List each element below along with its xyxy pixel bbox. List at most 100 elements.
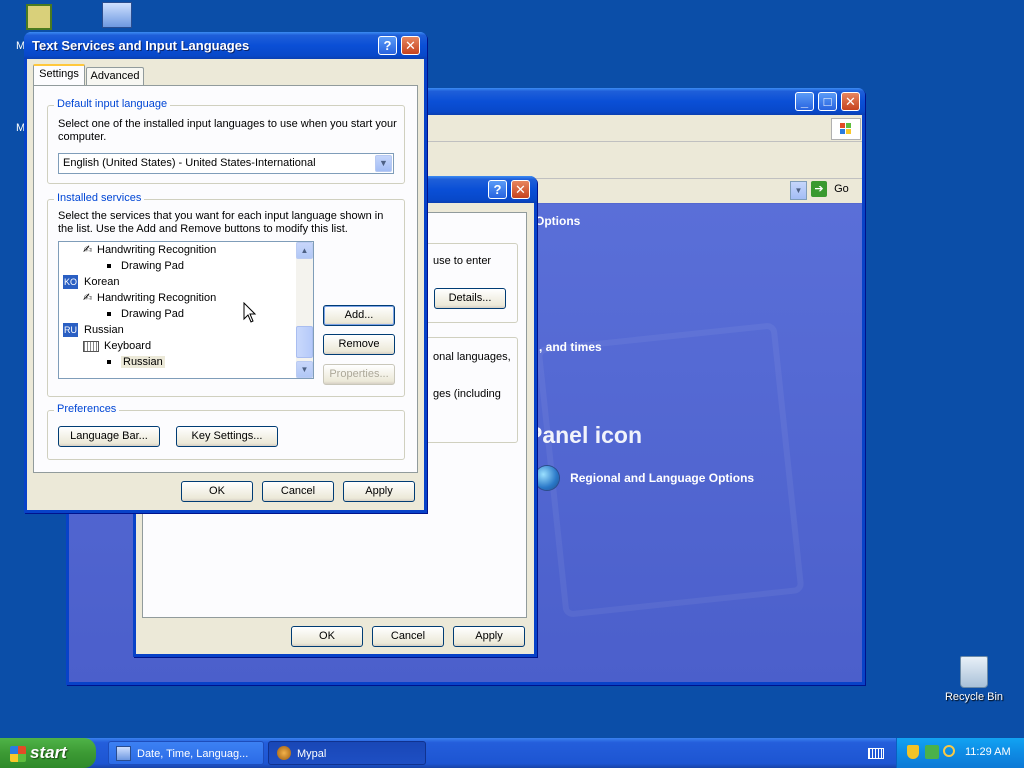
supplemental-languages-text: onal languages,: [433, 351, 511, 363]
regional-cancel-button[interactable]: Cancel: [372, 626, 444, 647]
default-language-label: Default input language: [54, 98, 171, 110]
tree-item-drawing-pad-2[interactable]: Drawing Pad: [107, 306, 184, 322]
add-button[interactable]: Add...: [323, 305, 395, 326]
dialog-title: Text Services and Input Languages: [32, 38, 250, 53]
windows-logo-icon: [831, 118, 861, 140]
close-icon[interactable]: ✕: [841, 92, 860, 111]
tree-item-korean[interactable]: KO Korean: [63, 274, 119, 290]
default-language-combo[interactable]: English (United States) - United States-…: [58, 153, 394, 174]
maximize-icon[interactable]: □: [818, 92, 837, 111]
default-language-group: Default input language Select one of the…: [47, 98, 405, 184]
settings-tab-page: Default input language Select one of the…: [33, 85, 418, 473]
scroll-down-icon[interactable]: ▼: [296, 361, 313, 378]
installed-services-label: Installed services: [54, 192, 145, 204]
globe-icon: [535, 466, 559, 490]
regional-options-link[interactable]: Regional and Language Options: [535, 466, 754, 498]
tree-item-keyboard[interactable]: Keyboard: [83, 338, 151, 354]
taskbar-item-label: Date, Time, Languag...: [137, 748, 249, 760]
recycle-bin-icon: [960, 656, 988, 688]
see-also-options-text: Options: [535, 214, 581, 228]
lang-badge-ko: KO: [63, 275, 78, 290]
search-tray-icon[interactable]: [943, 745, 955, 757]
tree-item-handwriting-1[interactable]: ✍ Handwriting Recognition: [83, 242, 216, 258]
tree-item-label: Handwriting Recognition: [97, 292, 217, 304]
properties-button[interactable]: Properties...: [323, 364, 395, 385]
recycle-bin[interactable]: Recycle Bin: [936, 656, 1012, 703]
bullet-icon: [107, 264, 111, 269]
cancel-button[interactable]: Cancel: [262, 481, 334, 502]
my-computer-icon: [102, 2, 132, 28]
regional-options-link-label: Regional and Language Options: [570, 471, 755, 485]
close-icon[interactable]: ✕: [401, 36, 420, 55]
text-services-titlebar[interactable]: Text Services and Input Languages ? ✕: [24, 32, 427, 59]
tree-item-label: Drawing Pad: [121, 308, 184, 320]
use-to-enter-text: use to enter: [433, 255, 492, 267]
language-bar-button[interactable]: Language Bar...: [58, 426, 160, 447]
windows-flag-icon: [10, 745, 26, 762]
start-label: start: [30, 743, 67, 762]
security-shield-icon[interactable]: [907, 745, 919, 759]
languages-including-text: ges (including: [433, 388, 501, 400]
tree-item-label: Keyboard: [104, 340, 152, 352]
tab-advanced[interactable]: Advanced: [86, 67, 144, 86]
tree-item-handwriting-2[interactable]: ✍ Handwriting Recognition: [83, 290, 216, 306]
desktop-icon-2[interactable]: [92, 2, 142, 31]
network-icon: [26, 4, 52, 30]
control-panel-task-icon: [116, 746, 131, 761]
go-label: Go: [834, 183, 849, 195]
minimize-icon[interactable]: _: [795, 92, 814, 111]
network-tray-icon[interactable]: [925, 745, 939, 759]
installed-services-group: Installed services Select the services t…: [47, 192, 405, 397]
clock[interactable]: 11:29 AM: [965, 746, 1011, 758]
go-button[interactable]: ➔ Go: [811, 181, 859, 200]
desktop-icon-1[interactable]: [14, 4, 64, 33]
details-button[interactable]: Details...: [434, 288, 506, 309]
taskbar: start Date, Time, Languag... Mypal 11:29…: [0, 738, 1024, 768]
taskbar-item-date-time[interactable]: Date, Time, Languag...: [108, 741, 264, 765]
recycle-bin-label: Recycle Bin: [944, 691, 1004, 703]
pick-panel-icon-heading: Panel icon: [527, 422, 643, 448]
help-icon[interactable]: ?: [378, 36, 397, 55]
text-services-dialog: Text Services and Input Languages ? ✕ Se…: [24, 32, 427, 513]
bullet-icon: [107, 312, 111, 317]
pen-icon: ✍: [83, 292, 93, 304]
scroll-up-icon[interactable]: ▲: [296, 242, 313, 259]
lang-badge-ru: RU: [63, 323, 78, 338]
preferences-label: Preferences: [54, 403, 120, 415]
services-tree[interactable]: ✍ Handwriting Recognition Drawing Pad KO K…: [58, 241, 314, 379]
tree-scrollbar[interactable]: ▲ ▼: [296, 242, 313, 378]
installed-services-desc: Select the services that you want for ea…: [58, 210, 384, 235]
preferences-group: Preferences Language Bar... Key Settings…: [47, 403, 405, 460]
help-icon[interactable]: ?: [488, 180, 507, 199]
tree-item-russian[interactable]: RU Russian: [63, 322, 124, 338]
address-dropdown-icon[interactable]: ▼: [790, 181, 807, 200]
apply-button[interactable]: Apply: [343, 481, 415, 502]
default-language-desc: Select one of the installed input langua…: [58, 118, 397, 143]
tab-settings[interactable]: Settings: [33, 64, 85, 85]
tree-item-russian-keyboard[interactable]: Russian: [107, 354, 165, 370]
pen-icon: ✍: [83, 244, 93, 256]
start-button[interactable]: start: [0, 738, 96, 768]
key-settings-button[interactable]: Key Settings...: [176, 426, 278, 447]
tree-item-label: Drawing Pad: [121, 260, 184, 272]
tree-item-label: Korean: [84, 276, 120, 288]
regional-apply-button[interactable]: Apply: [453, 626, 525, 647]
scroll-thumb[interactable]: [296, 326, 313, 358]
default-language-value: English (United States) - United States-…: [63, 157, 316, 169]
ok-button[interactable]: OK: [181, 481, 253, 502]
tree-item-label: Russian: [121, 356, 165, 368]
mypal-icon: [277, 746, 291, 760]
chevron-down-icon[interactable]: ▼: [375, 155, 392, 172]
regional-ok-button[interactable]: OK: [291, 626, 363, 647]
go-arrow-icon: ➔: [811, 181, 827, 197]
close-icon[interactable]: ✕: [511, 180, 530, 199]
remove-button[interactable]: Remove: [323, 334, 395, 355]
taskbar-item-mypal[interactable]: Mypal: [268, 741, 426, 765]
mouse-cursor-icon: [243, 302, 257, 323]
keyboard-layout-icon[interactable]: [868, 748, 884, 759]
tree-item-drawing-pad-1[interactable]: Drawing Pad: [107, 258, 184, 274]
tree-item-label: Handwriting Recognition: [97, 244, 217, 256]
pick-task-times-text: , and times: [539, 340, 602, 354]
system-tray: 11:29 AM: [896, 738, 1024, 768]
tree-item-label: Russian: [84, 324, 124, 336]
